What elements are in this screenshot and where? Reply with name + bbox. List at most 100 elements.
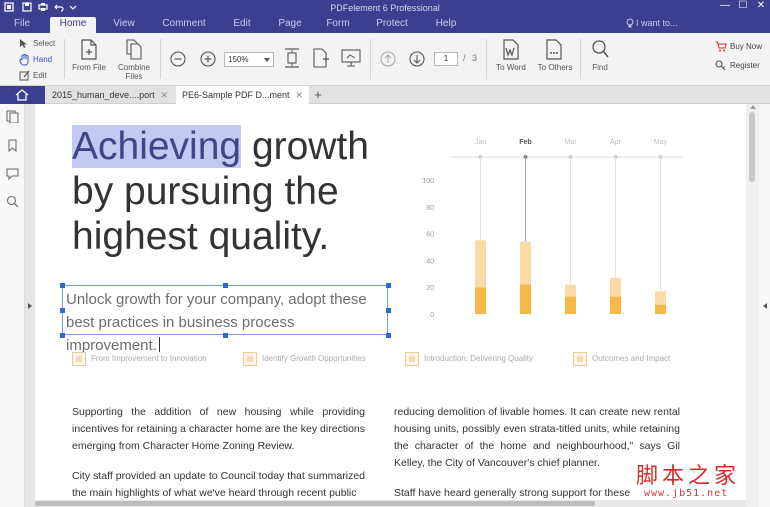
to-others-label: To Others bbox=[537, 63, 573, 72]
find-label: Find bbox=[592, 63, 608, 72]
cursor-icon bbox=[20, 39, 27, 48]
y-tick-label: 40 bbox=[426, 258, 434, 265]
section-link[interactable]: From Improvement to Innovation bbox=[72, 352, 207, 366]
home-tab[interactable] bbox=[0, 86, 45, 104]
zoom-level-select[interactable]: 150% bbox=[224, 52, 274, 67]
zoom-out-icon[interactable] bbox=[170, 51, 186, 67]
minimize-button[interactable]: — bbox=[716, 0, 734, 14]
section-label: Outcomes and Impact bbox=[592, 354, 671, 363]
create-from-file-button[interactable]: From File bbox=[70, 39, 108, 72]
site-watermark: 脚本之家 www.jb51.net bbox=[636, 458, 766, 502]
close-tab-icon[interactable]: ✕ bbox=[295, 86, 303, 104]
y-tick-label: 0 bbox=[430, 312, 434, 318]
select-tool-label: Select bbox=[33, 39, 56, 48]
search-icon[interactable] bbox=[6, 195, 19, 208]
watermark-text: 脚本之家 bbox=[636, 464, 741, 489]
bar-segment bbox=[655, 291, 666, 305]
resize-handle[interactable] bbox=[386, 308, 391, 313]
menu-file[interactable]: File bbox=[4, 17, 40, 33]
print-icon[interactable] bbox=[38, 2, 48, 12]
screen-mode-icon[interactable] bbox=[341, 49, 361, 67]
resize-handle[interactable] bbox=[60, 333, 65, 338]
maximize-button[interactable]: ☐ bbox=[734, 0, 752, 14]
customize-chevron-icon[interactable] bbox=[68, 2, 78, 12]
app-logo-icon bbox=[4, 2, 14, 12]
close-window-button[interactable]: ✕ bbox=[752, 0, 770, 14]
x-category-label: Apr bbox=[610, 139, 622, 146]
headline[interactable]: Achieving growth by pursuing the highest… bbox=[72, 124, 412, 259]
horizontal-scroll-thumb[interactable] bbox=[35, 501, 595, 506]
collapse-left-arrow-icon[interactable] bbox=[28, 303, 32, 309]
edit-tool[interactable]: Edit bbox=[19, 69, 47, 83]
find-button[interactable]: Find bbox=[586, 39, 614, 72]
vertical-scroll-thumb[interactable] bbox=[749, 112, 755, 182]
buy-now-link[interactable]: Buy Now bbox=[715, 41, 762, 53]
fit-page-icon[interactable] bbox=[284, 47, 300, 69]
new-file-icon bbox=[81, 39, 97, 60]
body-column-left: Supporting the addition of new housing w… bbox=[72, 404, 365, 507]
previous-page-icon[interactable] bbox=[380, 51, 396, 67]
edit-pencil-icon bbox=[19, 70, 30, 81]
ribbon-separator bbox=[486, 39, 487, 79]
thumbnails-icon[interactable] bbox=[6, 110, 19, 123]
combine-files-button[interactable]: Combine Files bbox=[114, 39, 154, 81]
save-icon[interactable] bbox=[22, 2, 32, 12]
y-tick-label: 20 bbox=[426, 285, 434, 292]
section-link[interactable]: Introduction: Delivering Quality bbox=[405, 352, 533, 366]
comment-icon[interactable] bbox=[6, 167, 19, 180]
key-icon bbox=[715, 60, 726, 71]
resize-handle[interactable] bbox=[386, 333, 391, 338]
x-category-label: May bbox=[654, 139, 668, 146]
ribbon-separator bbox=[64, 39, 65, 79]
bar-segment bbox=[565, 296, 576, 314]
find-magnifier-icon bbox=[592, 40, 609, 58]
buy-now-label: Buy Now bbox=[730, 42, 763, 51]
section-link[interactable]: Outcomes and Impact bbox=[573, 352, 670, 366]
menu-help[interactable]: Help bbox=[428, 17, 464, 33]
resize-handle[interactable] bbox=[60, 283, 65, 288]
ribbon-separator bbox=[160, 39, 161, 79]
collapse-right-arrow-icon[interactable] bbox=[763, 303, 767, 309]
cart-icon bbox=[715, 41, 727, 52]
tab-pe6-sample-document[interactable]: PE6-Sample PDF D...ment ✕ bbox=[176, 86, 309, 104]
zoom-level-value: 150% bbox=[228, 55, 249, 64]
menu-view[interactable]: View bbox=[106, 17, 142, 33]
menu-home[interactable]: Home bbox=[50, 17, 96, 33]
hand-tool-label: Hand bbox=[33, 55, 53, 64]
scroll-up-arrow-icon[interactable] bbox=[750, 105, 756, 109]
paragraph: City staff provided an update to Council… bbox=[72, 470, 365, 499]
undo-icon[interactable] bbox=[54, 2, 64, 12]
new-tab-button[interactable]: + bbox=[311, 86, 325, 104]
select-tool[interactable]: Select bbox=[19, 37, 55, 51]
watermark-url: www.jb51.net bbox=[644, 488, 729, 499]
bar-segment bbox=[565, 284, 576, 297]
combine-files-label-line1: Combine bbox=[117, 63, 150, 72]
subheading-text[interactable]: Unlock growth for your company, adopt th… bbox=[66, 288, 386, 357]
register-link[interactable]: Register bbox=[715, 60, 760, 72]
vertical-scrollbar[interactable] bbox=[746, 104, 759, 507]
page-number-input[interactable]: 1 bbox=[434, 52, 458, 66]
menu-form[interactable]: Form bbox=[320, 17, 356, 33]
menu-edit[interactable]: Edit bbox=[224, 17, 260, 33]
menu-comment[interactable]: Comment bbox=[158, 17, 210, 33]
to-others-button[interactable]: To Others bbox=[534, 39, 576, 72]
hand-tool[interactable]: Hand bbox=[19, 53, 52, 67]
menu-protect[interactable]: Protect bbox=[370, 17, 414, 33]
selected-word: Achieving bbox=[72, 125, 242, 168]
document-tab-strip: 2015_human_deve....port ✕ PE6-Sample PDF… bbox=[0, 86, 770, 104]
section-label: Introduction: Delivering Quality bbox=[424, 354, 533, 363]
zoom-in-icon[interactable] bbox=[200, 51, 216, 67]
search-hint[interactable]: I want to... bbox=[626, 17, 678, 30]
menu-page[interactable]: Page bbox=[272, 17, 308, 33]
tab-human-development-report[interactable]: 2015_human_deve....port ✕ bbox=[46, 86, 174, 104]
close-tab-icon[interactable]: ✕ bbox=[160, 86, 168, 104]
bookmark-icon[interactable] bbox=[6, 139, 19, 152]
bar-segment bbox=[475, 240, 486, 288]
to-word-button[interactable]: To Word bbox=[492, 39, 530, 72]
resize-handle[interactable] bbox=[386, 283, 391, 288]
register-label: Register bbox=[730, 61, 760, 70]
section-link[interactable]: Identify Growth Opportunities bbox=[243, 352, 366, 366]
next-page-icon[interactable] bbox=[409, 51, 425, 67]
resize-handle[interactable] bbox=[60, 308, 65, 313]
page-layout-icon[interactable] bbox=[312, 47, 330, 69]
